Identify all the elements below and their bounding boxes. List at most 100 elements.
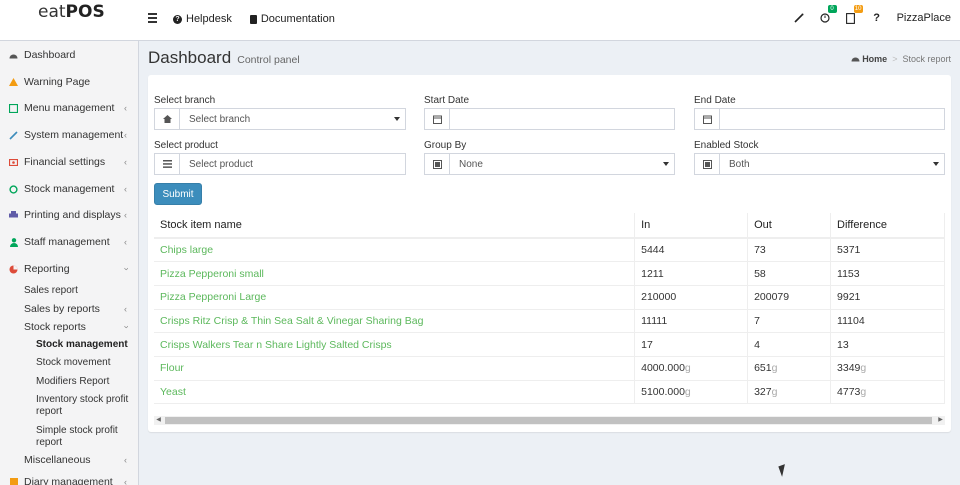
branch-select[interactable]: Select branch [154, 108, 406, 130]
sidebar-item-label: Dashboard [24, 49, 76, 61]
stock-out-value: 200079 [754, 291, 790, 304]
scrollbar-thumb[interactable] [165, 417, 932, 424]
stock-diff-unit: g [860, 362, 867, 375]
scroll-right-arrow-icon[interactable]: ▶ [936, 416, 945, 425]
sidebar-item-printing-and-displays[interactable]: Printing and displays ‹ [0, 209, 139, 221]
column-header-in[interactable]: In [634, 213, 749, 239]
calendar-icon [695, 109, 720, 129]
enabled-stock-label: Enabled Stock [694, 140, 759, 151]
top-header: eat POS ? Helpdesk Documentation 0 10 ? … [0, 0, 960, 41]
sidebar-item-staff-management[interactable]: Staff management ‹ [0, 236, 139, 248]
dashboard-icon [851, 57, 860, 62]
page-subtitle: Control panel [237, 54, 300, 66]
tasks-badge: 10 [853, 5, 863, 13]
nav-helpdesk[interactable]: ? Helpdesk [173, 13, 232, 25]
sidebar-item-label: System management [24, 129, 124, 141]
chevron-left-icon: ‹ [124, 237, 127, 247]
sidebar-sub-sales-by-reports-row[interactable]: Sales by reports ‹ [0, 303, 139, 315]
logo-text-pos: POS [65, 2, 105, 22]
calendar-icon [425, 109, 450, 129]
stock-in-value: 210000 [641, 291, 677, 304]
sidebar-subsub-modifiers-report[interactable]: Modifiers Report [36, 376, 136, 388]
sidebar-subsub-inventory-stock-profit-report[interactable]: Inventory stock profit report [36, 394, 136, 418]
sidebar-item-system-management[interactable]: System management ‹ [0, 129, 139, 141]
stock-diff-unit: g [860, 385, 867, 398]
stock-in-unit: g [684, 362, 691, 375]
sidebar-item-warning-page[interactable]: Warning Page [0, 76, 139, 88]
account-name[interactable]: PizzaPlace [897, 12, 951, 24]
enabled-stock-select[interactable]: Both [694, 153, 945, 175]
submit-button[interactable]: Submit [154, 183, 202, 205]
sidebar-subsub-stock-movement[interactable]: Stock movement [36, 357, 136, 369]
stock-out-value: 73 [754, 244, 766, 257]
caret-down-icon [933, 162, 939, 166]
product-select[interactable]: Select product [154, 153, 406, 175]
clock-icon [819, 13, 830, 23]
sidebar-sub-sales-by-reports: Sales by reports [24, 303, 100, 315]
sidebar-item-reporting[interactable]: Reporting ‹ [0, 263, 139, 275]
stock-in-cell: 210000 [634, 285, 749, 310]
object-group-icon [425, 154, 450, 174]
help-button[interactable]: ? [871, 12, 883, 24]
stock-out-cell: 327g [747, 380, 832, 405]
stock-in-unit: g [684, 385, 691, 398]
refresh-icon [9, 184, 18, 194]
question-circle-icon: ? [173, 14, 182, 24]
stock-out-value: 327 [754, 385, 772, 398]
object-group-icon [695, 154, 720, 174]
sidebar-item-diary-management[interactable]: Diary management ‹ [0, 476, 139, 485]
sidebar-sub-miscellaneous-row[interactable]: Miscellaneous ‹ [0, 454, 139, 466]
dashboard-icon [9, 51, 18, 60]
chevron-down-icon: ‹ [120, 267, 131, 271]
sidebar-subsub-stock-management[interactable]: Stock management [36, 339, 136, 351]
breadcrumb: Home > Stock report [851, 54, 951, 64]
stock-in-value: 17 [641, 338, 653, 351]
stock-diff-value: 3349 [837, 362, 861, 375]
sidebar-item-menu-management[interactable]: Menu management ‹ [0, 102, 139, 114]
column-header-difference[interactable]: Difference [830, 213, 945, 239]
content-header: Dashboard Control panel Home > Stock rep… [148, 48, 953, 70]
stock-item-name[interactable]: Chips large [154, 238, 636, 263]
magic-wand-icon[interactable] [793, 12, 805, 24]
book-icon [9, 477, 18, 485]
sidebar-subsub-simple-stock-profit-report[interactable]: Simple stock profit report [36, 425, 136, 449]
horizontal-scrollbar[interactable]: ◀ ▶ [154, 416, 945, 425]
nav-documentation-label: Documentation [260, 13, 335, 25]
notifications-button[interactable]: 0 [819, 5, 837, 24]
stock-item-name[interactable]: Flour [154, 356, 636, 381]
book-icon [249, 14, 257, 24]
stock-in-value: 5444 [641, 244, 665, 257]
stock-in-value: 5100.000 [641, 385, 685, 398]
hamburger-menu-icon[interactable] [148, 13, 157, 23]
stock-item-name[interactable]: Pizza Pepperoni Large [154, 285, 636, 310]
scroll-left-arrow-icon[interactable]: ◀ [154, 416, 163, 425]
start-date-input[interactable] [424, 108, 675, 130]
tasks-button[interactable]: 10 [845, 5, 863, 24]
sidebar-sub-stock-reports-row[interactable]: Stock reports ‹ [0, 321, 139, 333]
stock-item-name[interactable]: Yeast [154, 380, 636, 405]
sidebar-item-stock-management[interactable]: Stock management ‹ [0, 183, 139, 195]
column-header-stock-item-name[interactable]: Stock item name [154, 213, 636, 239]
product-label: Select product [154, 140, 218, 151]
sidebar: Dashboard Warning Page Menu management ‹… [0, 41, 139, 485]
end-date-input[interactable] [694, 108, 945, 130]
stock-out-value: 4 [754, 338, 760, 351]
help-icon: ? [873, 12, 880, 24]
stock-item-name[interactable]: Pizza Pepperoni small [154, 261, 636, 286]
branch-label: Select branch [154, 95, 216, 106]
sidebar-sub-sales-report[interactable]: Sales report [24, 285, 78, 296]
stock-item-name[interactable]: Crisps Ritz Crisp & Thin Sea Salt & Vine… [154, 309, 636, 334]
top-nav: ? Helpdesk Documentation [173, 13, 335, 25]
breadcrumb-home[interactable]: Home [851, 54, 887, 64]
stock-diff-cell: 9921 [830, 285, 945, 310]
sidebar-item-financial-settings[interactable]: Financial settings ‹ [0, 156, 139, 168]
group-by-select[interactable]: None [424, 153, 675, 175]
stock-in-value: 4000.000 [641, 362, 685, 375]
stock-out-cell: 7 [747, 309, 832, 334]
column-header-out[interactable]: Out [747, 213, 832, 239]
nav-documentation[interactable]: Documentation [249, 13, 335, 25]
sidebar-item-dashboard[interactable]: Dashboard [0, 49, 139, 61]
brand-logo[interactable]: eat POS [0, 0, 140, 41]
stock-item-name[interactable]: Crisps Walkers Tear n Share Lightly Salt… [154, 332, 636, 357]
start-date-label: Start Date [424, 95, 470, 106]
